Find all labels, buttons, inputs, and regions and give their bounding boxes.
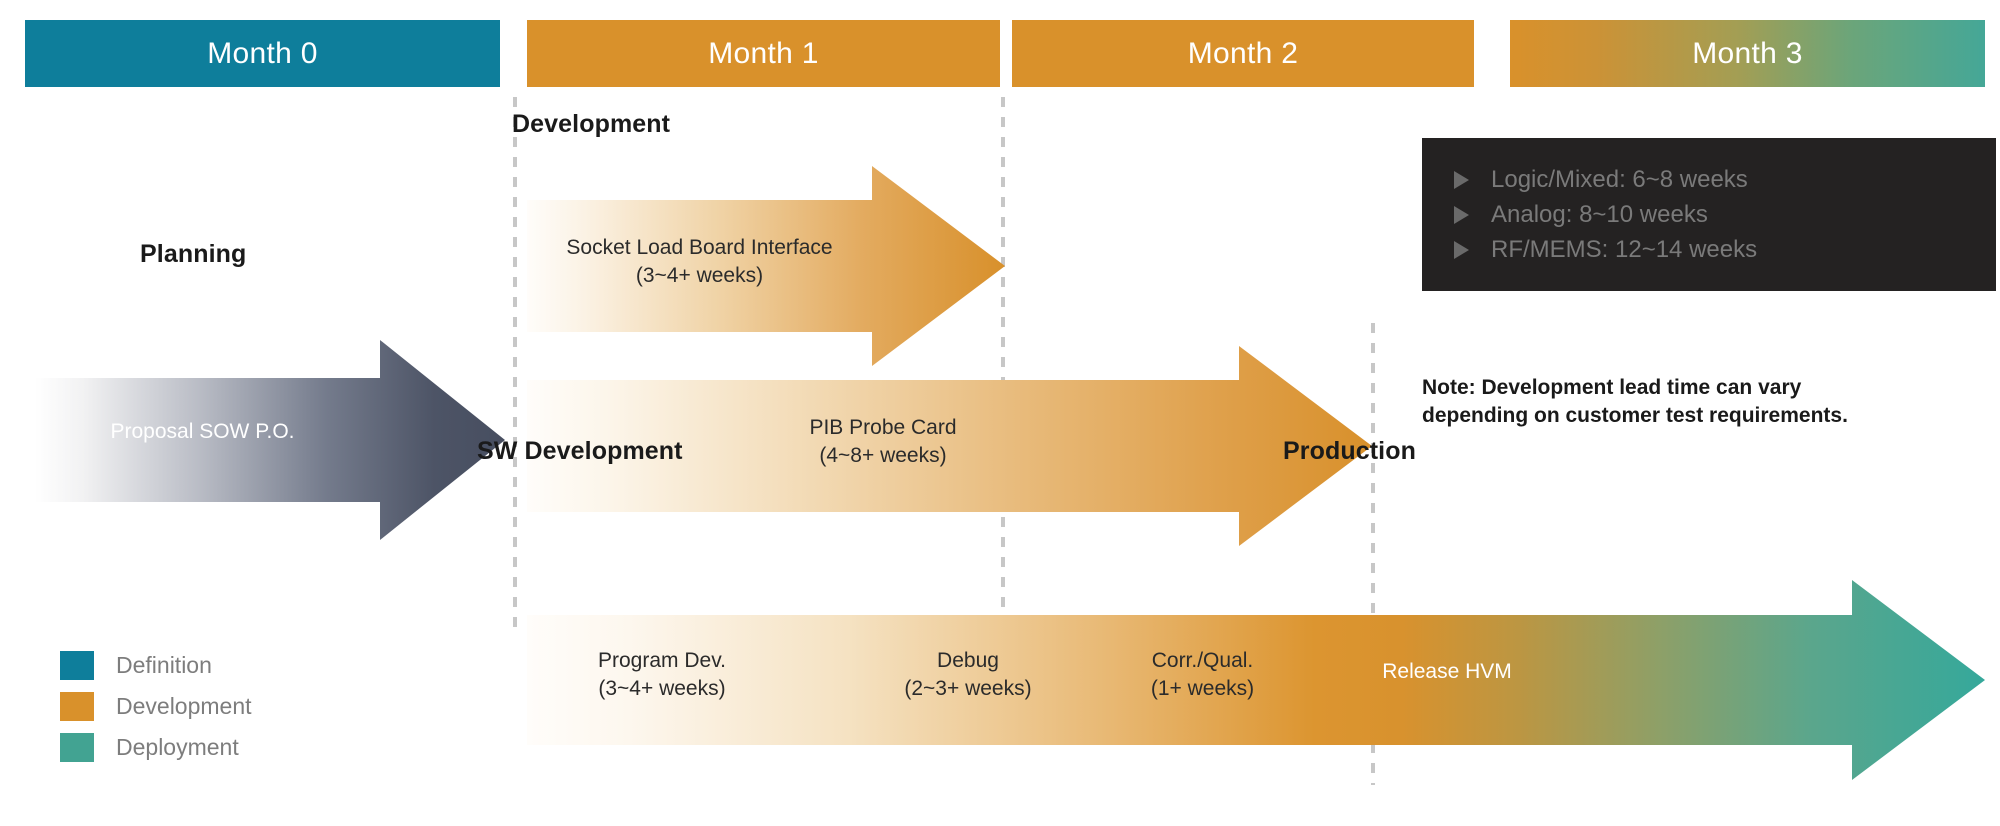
phase-caption-production: Production <box>1283 437 1416 465</box>
month-bar-2-label: Month 2 <box>1187 36 1299 70</box>
phase-caption-sw-development: SW Development <box>477 437 683 465</box>
triangle-right-icon <box>1454 206 1469 224</box>
timeline-diagram: Month 0 Month 1 Month 2 Month 3 Planning <box>0 0 2000 826</box>
triangle-right-icon <box>1454 241 1469 259</box>
lead-time-item-label: Logic/Mixed: 6~8 weeks <box>1491 166 1748 193</box>
month-bar-3-label: Month 3 <box>1692 36 1803 70</box>
socket-load-board-arrow-shape <box>527 166 1005 366</box>
legend-label-definition: Definition <box>116 652 212 678</box>
sw-development-arrow: Program Dev. (3~4+ weeks) Debug (2~3+ we… <box>527 580 1985 780</box>
triangle-right-icon <box>1454 171 1469 189</box>
lead-time-panel: Logic/Mixed: 6~8 weeks Analog: 8~10 week… <box>1422 138 1996 291</box>
phase-caption-development: Development <box>512 110 671 138</box>
month-bar-0-label: Month 0 <box>207 36 318 70</box>
month-bar-0: Month 0 <box>25 20 500 87</box>
month-bar-3: Month 3 <box>1510 20 1985 87</box>
planning-arrow: Proposal SOW P.O. <box>35 340 505 540</box>
legend-label-deployment: Deployment <box>116 734 239 760</box>
lead-time-item: Logic/Mixed: 6~8 weeks <box>1454 168 1996 192</box>
legend-swatch-development <box>60 692 94 721</box>
phase-caption-planning: Planning <box>140 240 247 268</box>
lead-time-item: RF/MEMS: 12~14 weeks <box>1454 238 1996 262</box>
month-divider-1 <box>513 97 517 629</box>
legend-item-development: Development <box>60 686 252 727</box>
legend-item-definition: Definition <box>60 645 252 686</box>
legend-swatch-definition <box>60 651 94 680</box>
legend-swatch-deployment <box>60 733 94 762</box>
lead-time-item-label: RF/MEMS: 12~14 weeks <box>1491 236 1758 263</box>
legend-label-development: Development <box>116 693 252 719</box>
lead-time-list: Logic/Mixed: 6~8 weeks Analog: 8~10 week… <box>1422 138 1996 262</box>
month-bar-1: Month 1 <box>527 20 1000 87</box>
note-text: Note: Development lead time can vary dep… <box>1422 376 1848 428</box>
planning-arrow-shape <box>35 340 505 540</box>
legend-item-deployment: Deployment <box>60 727 252 768</box>
sw-development-arrow-shape <box>527 580 1985 780</box>
lead-time-item-label: Analog: 8~10 weeks <box>1491 201 1708 228</box>
month-bar-1-label: Month 1 <box>708 36 819 70</box>
socket-load-board-arrow: Socket Load Board Interface (3~4+ weeks) <box>527 166 1005 366</box>
month-bar-2: Month 2 <box>1012 20 1474 87</box>
legend: Definition Development Deployment <box>60 645 252 768</box>
lead-time-item: Analog: 8~10 weeks <box>1454 203 1996 227</box>
